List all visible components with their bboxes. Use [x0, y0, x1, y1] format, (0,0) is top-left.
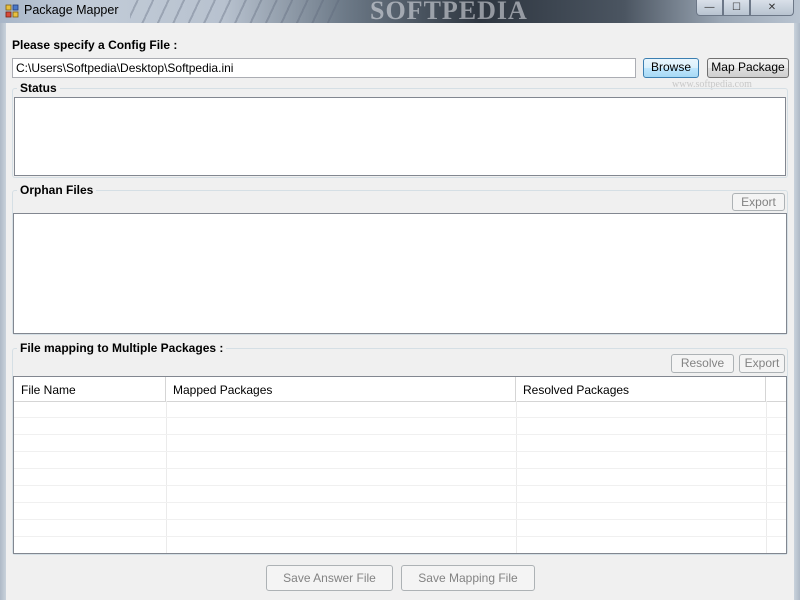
browse-button[interactable]: Browse — [643, 58, 699, 78]
column-header-file-name[interactable]: File Name — [14, 377, 166, 401]
table-row[interactable] — [14, 401, 786, 418]
config-file-label: Please specify a Config File : — [12, 38, 178, 52]
app-icon — [5, 4, 19, 18]
column-header-mapped-packages[interactable]: Mapped Packages — [166, 377, 516, 401]
window-frame-right — [794, 23, 800, 600]
file-mapping-title: File mapping to Multiple Packages : — [17, 341, 227, 355]
file-mapping-grid[interactable]: File Name Mapped Packages Resolved Packa… — [13, 376, 787, 554]
window-title: Package Mapper — [24, 3, 119, 17]
table-row[interactable] — [14, 435, 786, 452]
orphan-files-title: Orphan Files — [17, 183, 97, 197]
save-answer-file-button[interactable]: Save Answer File — [266, 565, 393, 591]
status-group-title: Status — [17, 81, 60, 95]
window-frame-left — [0, 23, 6, 600]
table-row[interactable] — [14, 537, 786, 553]
window-controls: — ☐ ✕ — [696, 0, 794, 16]
config-file-input[interactable]: C:\Users\Softpedia\Desktop\Softpedia.ini — [12, 58, 636, 78]
map-package-button[interactable]: Map Package — [707, 58, 789, 78]
table-row[interactable] — [14, 503, 786, 520]
minimize-button[interactable]: — — [696, 0, 723, 16]
save-mapping-file-button[interactable]: Save Mapping File — [401, 565, 535, 591]
resolve-button[interactable]: Resolve — [671, 354, 734, 373]
table-row[interactable] — [14, 469, 786, 486]
close-icon: ✕ — [767, 2, 777, 13]
mapping-export-button[interactable]: Export — [739, 354, 785, 373]
table-row[interactable] — [14, 520, 786, 537]
title-watermark: SOFTPEDIA — [370, 0, 528, 23]
maximize-button[interactable]: ☐ — [723, 0, 750, 16]
title-bar-background — [130, 0, 340, 23]
table-row[interactable] — [14, 452, 786, 469]
orphan-export-button[interactable]: Export — [732, 193, 785, 211]
table-row[interactable] — [14, 486, 786, 503]
maximize-icon: ☐ — [732, 2, 741, 13]
title-bar: Package Mapper SOFTPEDIA — ☐ ✕ — [0, 0, 800, 23]
status-textarea[interactable] — [14, 97, 786, 176]
minimize-icon: — — [704, 2, 715, 13]
grid-header: File Name Mapped Packages Resolved Packa… — [14, 377, 786, 402]
table-row[interactable] — [14, 418, 786, 435]
close-button[interactable]: ✕ — [750, 0, 794, 16]
orphan-files-list[interactable] — [13, 213, 787, 334]
column-header-resolved-packages[interactable]: Resolved Packages — [516, 377, 766, 401]
